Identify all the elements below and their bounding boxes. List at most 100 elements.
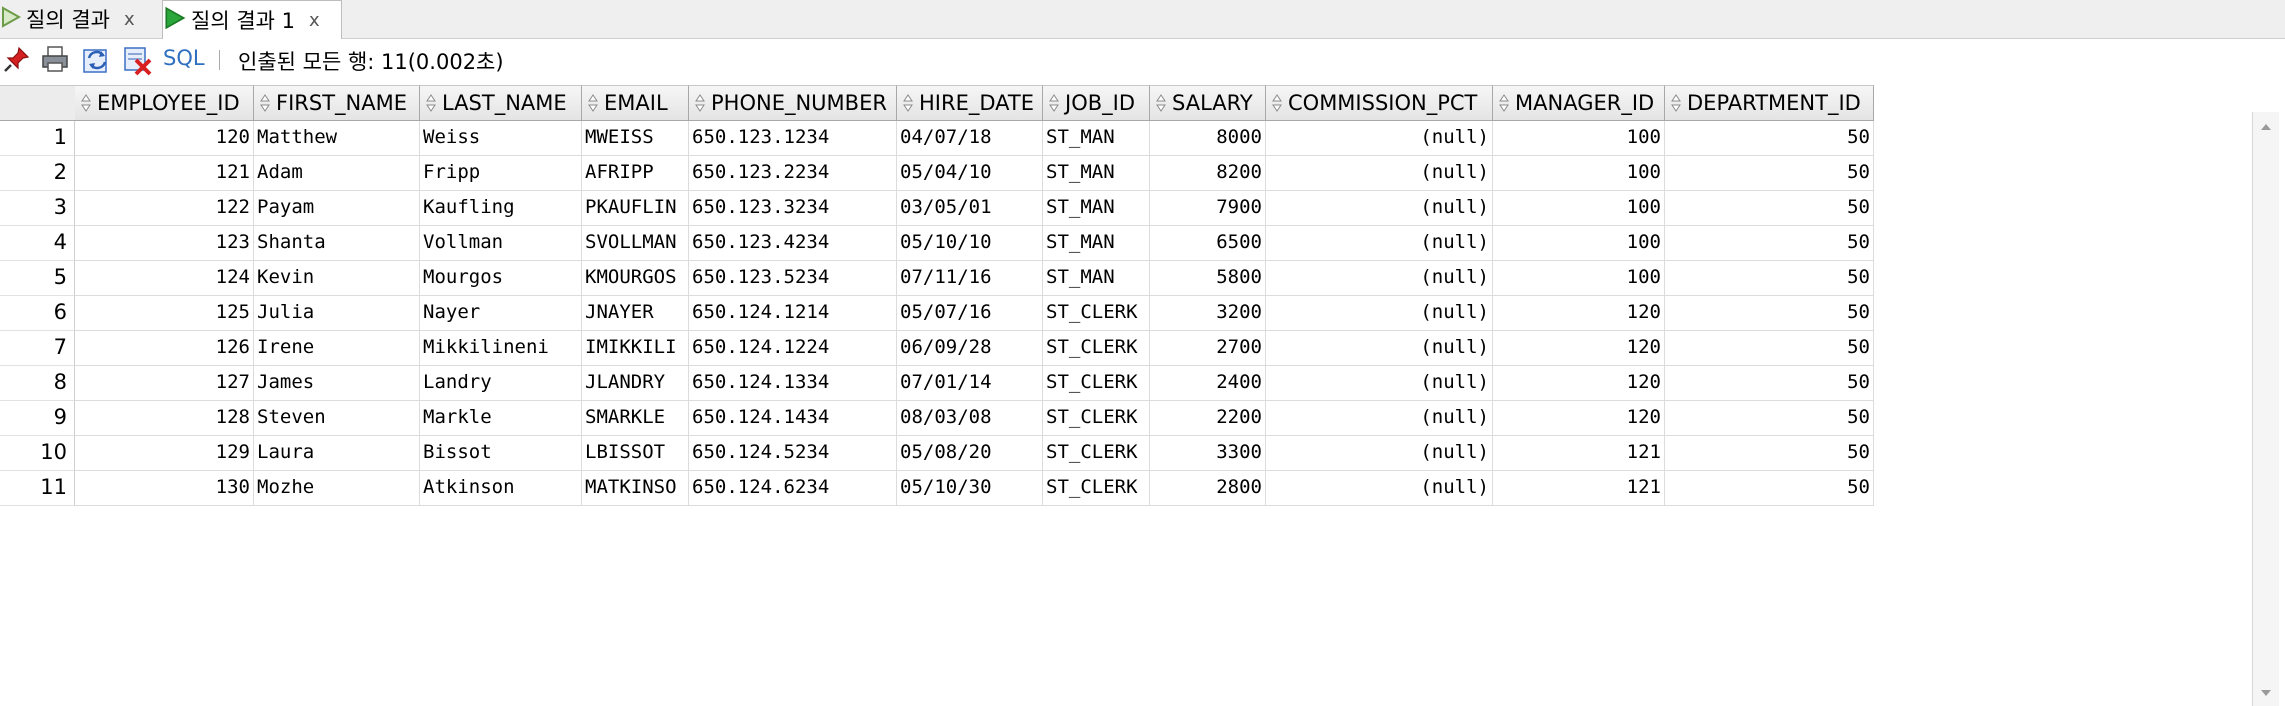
cell-email[interactable]: JNAYER (582, 296, 689, 331)
cell-commission-pct[interactable]: (null) (1266, 296, 1493, 331)
cell-manager-id[interactable]: 100 (1493, 191, 1665, 226)
row-number[interactable]: 4 (0, 226, 75, 261)
row-number[interactable]: 8 (0, 366, 75, 401)
column-header-job-id[interactable]: JOB_ID (1043, 85, 1150, 121)
column-header-first-name[interactable]: FIRST_NAME (254, 85, 420, 121)
cell-commission-pct[interactable]: (null) (1266, 156, 1493, 191)
cell-hire-date[interactable]: 03/05/01 (897, 191, 1043, 226)
cell-first-name[interactable]: Julia (254, 296, 420, 331)
cell-phone-number[interactable]: 650.124.5234 (689, 436, 897, 471)
cell-salary[interactable]: 3300 (1150, 436, 1266, 471)
column-header-department-id[interactable]: DEPARTMENT_ID (1665, 85, 1874, 121)
cell-salary[interactable]: 6500 (1150, 226, 1266, 261)
cell-email[interactable]: MATKINSO (582, 471, 689, 506)
cell-hire-date[interactable]: 05/10/30 (897, 471, 1043, 506)
cell-commission-pct[interactable]: (null) (1266, 121, 1493, 156)
cell-phone-number[interactable]: 650.124.6234 (689, 471, 897, 506)
cell-last-name[interactable]: Mourgos (420, 261, 582, 296)
close-icon[interactable]: x (124, 9, 135, 30)
cell-email[interactable]: SMARKLE (582, 401, 689, 436)
cell-first-name[interactable]: Irene (254, 331, 420, 366)
row-number[interactable]: 11 (0, 471, 75, 506)
cell-last-name[interactable]: Mikkilineni (420, 331, 582, 366)
cell-email[interactable]: LBISSOT (582, 436, 689, 471)
close-icon[interactable]: x (309, 10, 320, 31)
cell-hire-date[interactable]: 05/10/10 (897, 226, 1043, 261)
cell-department-id[interactable]: 50 (1665, 296, 1874, 331)
cell-employee-id[interactable]: 129 (75, 436, 254, 471)
sort-icon[interactable] (79, 92, 93, 114)
cell-last-name[interactable]: Nayer (420, 296, 582, 331)
cell-last-name[interactable]: Vollman (420, 226, 582, 261)
cell-commission-pct[interactable]: (null) (1266, 261, 1493, 296)
vertical-scrollbar[interactable] (2252, 112, 2279, 706)
cell-employee-id[interactable]: 125 (75, 296, 254, 331)
sort-icon[interactable] (1270, 92, 1284, 114)
cell-commission-pct[interactable]: (null) (1266, 401, 1493, 436)
delete-icon[interactable] (122, 44, 154, 76)
cell-salary[interactable]: 7900 (1150, 191, 1266, 226)
cell-phone-number[interactable]: 650.123.1234 (689, 121, 897, 156)
cell-last-name[interactable]: Markle (420, 401, 582, 436)
row-number[interactable]: 3 (0, 191, 75, 226)
cell-department-id[interactable]: 50 (1665, 471, 1874, 506)
cell-job-id[interactable]: ST_CLERK (1043, 366, 1150, 401)
cell-phone-number[interactable]: 650.124.1214 (689, 296, 897, 331)
row-number[interactable]: 9 (0, 401, 75, 436)
cell-job-id[interactable]: ST_MAN (1043, 261, 1150, 296)
cell-employee-id[interactable]: 120 (75, 121, 254, 156)
cell-phone-number[interactable]: 650.123.2234 (689, 156, 897, 191)
sort-icon[interactable] (1154, 92, 1168, 114)
cell-job-id[interactable]: ST_CLERK (1043, 296, 1150, 331)
cell-department-id[interactable]: 50 (1665, 226, 1874, 261)
cell-manager-id[interactable]: 121 (1493, 436, 1665, 471)
cell-salary[interactable]: 3200 (1150, 296, 1266, 331)
cell-department-id[interactable]: 50 (1665, 156, 1874, 191)
tab-query-result[interactable]: 질의 결과 x (0, 0, 160, 38)
cell-commission-pct[interactable]: (null) (1266, 436, 1493, 471)
cell-first-name[interactable]: Laura (254, 436, 420, 471)
cell-first-name[interactable]: Mozhe (254, 471, 420, 506)
cell-department-id[interactable]: 50 (1665, 261, 1874, 296)
sql-button[interactable]: SQL (163, 46, 205, 70)
cell-department-id[interactable]: 50 (1665, 436, 1874, 471)
cell-commission-pct[interactable]: (null) (1266, 191, 1493, 226)
row-number[interactable]: 1 (0, 121, 75, 156)
cell-phone-number[interactable]: 650.124.1434 (689, 401, 897, 436)
cell-department-id[interactable]: 50 (1665, 191, 1874, 226)
cell-job-id[interactable]: ST_MAN (1043, 226, 1150, 261)
cell-email[interactable]: PKAUFLIN (582, 191, 689, 226)
sort-icon[interactable] (693, 92, 707, 114)
cell-department-id[interactable]: 50 (1665, 331, 1874, 366)
cell-commission-pct[interactable]: (null) (1266, 366, 1493, 401)
row-number[interactable]: 10 (0, 436, 75, 471)
row-number[interactable]: 2 (0, 156, 75, 191)
cell-salary[interactable]: 8000 (1150, 121, 1266, 156)
cell-manager-id[interactable]: 120 (1493, 331, 1665, 366)
scroll-down-icon[interactable] (2253, 684, 2279, 702)
cell-first-name[interactable]: James (254, 366, 420, 401)
cell-job-id[interactable]: ST_MAN (1043, 191, 1150, 226)
cell-hire-date[interactable]: 07/11/16 (897, 261, 1043, 296)
cell-salary[interactable]: 2400 (1150, 366, 1266, 401)
cell-last-name[interactable]: Weiss (420, 121, 582, 156)
cell-hire-date[interactable]: 06/09/28 (897, 331, 1043, 366)
row-number[interactable]: 6 (0, 296, 75, 331)
sort-icon[interactable] (424, 92, 438, 114)
cell-phone-number[interactable]: 650.123.4234 (689, 226, 897, 261)
cell-manager-id[interactable]: 100 (1493, 261, 1665, 296)
cell-email[interactable]: IMIKKILI (582, 331, 689, 366)
column-header-last-name[interactable]: LAST_NAME (420, 85, 582, 121)
cell-commission-pct[interactable]: (null) (1266, 331, 1493, 366)
cell-hire-date[interactable]: 05/04/10 (897, 156, 1043, 191)
cell-job-id[interactable]: ST_CLERK (1043, 331, 1150, 366)
cell-job-id[interactable]: ST_MAN (1043, 121, 1150, 156)
tab-query-result-1[interactable]: 질의 결과 1 x (162, 0, 342, 39)
cell-commission-pct[interactable]: (null) (1266, 226, 1493, 261)
cell-phone-number[interactable]: 650.124.1224 (689, 331, 897, 366)
cell-employee-id[interactable]: 124 (75, 261, 254, 296)
column-header-manager-id[interactable]: MANAGER_ID (1493, 85, 1665, 121)
sort-icon[interactable] (901, 92, 915, 114)
cell-salary[interactable]: 2200 (1150, 401, 1266, 436)
cell-employee-id[interactable]: 123 (75, 226, 254, 261)
